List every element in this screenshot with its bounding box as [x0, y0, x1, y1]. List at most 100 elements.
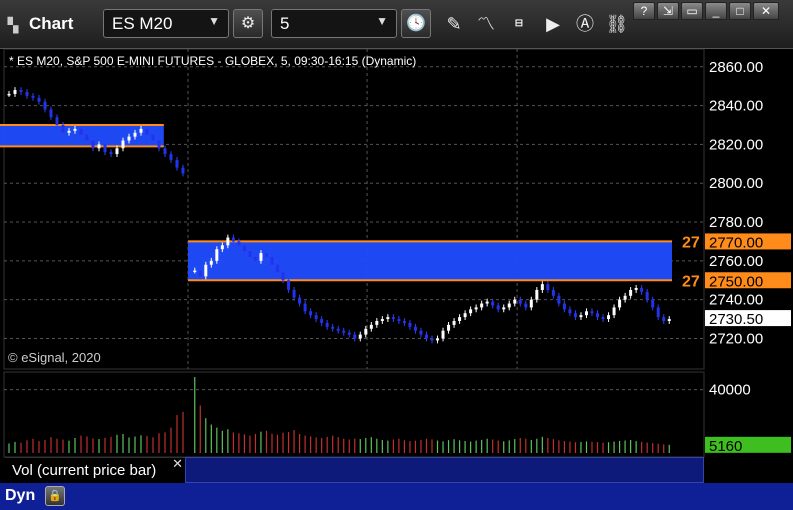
price-tick-label: 2860.00: [709, 59, 763, 76]
supply-demand-zone: [0, 124, 164, 147]
link-icon[interactable]: ⛓: [604, 11, 630, 37]
volume-tick-label: 40000: [709, 382, 751, 399]
candle-body: [157, 140, 161, 149]
candle-body: [584, 311, 588, 316]
candle-body: [231, 237, 235, 242]
candle-body: [502, 307, 506, 310]
settings-gear-button[interactable]: ⚙: [233, 9, 263, 38]
candle-body: [198, 270, 202, 277]
symbol-combo[interactable]: ES M20 ▼: [103, 9, 229, 38]
chevron-down-icon[interactable]: ▼: [208, 14, 220, 28]
restore-button[interactable]: ▭: [681, 2, 703, 20]
candle-body: [19, 90, 23, 92]
candle-body: [287, 280, 291, 290]
chevron-down-icon[interactable]: ▼: [376, 14, 388, 28]
clock-icon: 🕓: [406, 15, 426, 32]
candle-body: [507, 303, 511, 308]
candle-body: [513, 299, 517, 304]
candle-body: [109, 152, 113, 155]
candle-body: [121, 140, 125, 149]
candle-body: [491, 301, 495, 306]
candle-body: [215, 249, 219, 261]
volume-label: Vol (current price bar): [12, 462, 157, 479]
candle-body: [320, 319, 324, 323]
interval-value: 5: [280, 14, 290, 33]
chart-grip-icon[interactable]: ▚: [2, 12, 24, 38]
candle-body: [115, 148, 119, 155]
candle-body: [458, 317, 462, 322]
help-button[interactable]: ?: [633, 2, 655, 20]
interval-combo[interactable]: 5 ▼: [271, 9, 397, 38]
candle-body: [540, 284, 544, 290]
volume-current-label: 5160: [709, 438, 742, 455]
volume-axis[interactable]: 40000 5160: [705, 382, 791, 455]
candle-body: [353, 334, 357, 339]
study-icon[interactable]: 〽: [473, 11, 499, 37]
candle-body: [303, 303, 307, 312]
zone-price-label: 2750.00: [709, 273, 763, 290]
candle-body: [562, 303, 566, 310]
time-button[interactable]: 🕓: [401, 9, 431, 38]
play-icon[interactable]: ▶: [540, 11, 566, 37]
chart-title: * ES M20, S&P 500 E-MINI FUTURES - GLOBE…: [9, 54, 416, 68]
candle-body: [31, 95, 35, 98]
close-button[interactable]: ✕: [753, 2, 779, 20]
candle-body: [336, 328, 340, 331]
candle-body: [436, 338, 440, 341]
candle-body: [220, 245, 224, 250]
lock-icon[interactable]: 🔒: [45, 486, 65, 506]
candle-body: [551, 289, 555, 296]
candle-body: [601, 317, 605, 320]
copyright-text: © eSignal, 2020: [8, 350, 101, 365]
candle-body: [463, 313, 467, 318]
candle-body: [364, 328, 368, 335]
candle-body: [618, 299, 622, 308]
candle-body: [413, 326, 417, 331]
price-tick-label: 2840.00: [709, 98, 763, 115]
link-window-button[interactable]: ⇲: [657, 2, 679, 20]
zone-left-label: 27: [682, 234, 700, 251]
alert-icon[interactable]: Ⓐ: [572, 11, 598, 37]
candle-body: [667, 319, 671, 322]
candle-body: [133, 132, 137, 137]
candle-body: [419, 330, 423, 335]
candle-body: [573, 313, 577, 318]
price-tick-label: 2800.00: [709, 175, 763, 192]
maximize-button[interactable]: □: [729, 2, 751, 20]
price-chart[interactable]: * ES M20, S&P 500 E-MINI FUTURES - GLOBE…: [0, 49, 793, 510]
title-bar: ▚ Chart ES M20 ▼ ⚙ 5 ▼ 🕓 ✎ 〽 ⊟ ▶ Ⓐ ⛓ ? ⇲…: [0, 0, 793, 49]
candle-body: [524, 303, 528, 308]
candle-body: [43, 101, 47, 110]
price-tick-label: 2760.00: [709, 253, 763, 270]
candle-body: [13, 90, 17, 94]
candle-body: [535, 289, 539, 300]
candle-body: [546, 284, 550, 290]
candle-body: [67, 130, 71, 133]
candle-body: [469, 309, 473, 314]
candle-body: [590, 311, 594, 314]
candle-body: [7, 93, 11, 96]
price-pane: [3, 49, 705, 370]
zone-price-label: 2770.00: [709, 234, 763, 251]
candle-body: [73, 128, 77, 131]
candle-body: [369, 324, 373, 329]
last-price-label: 2730.50: [709, 311, 763, 328]
candle-body: [237, 241, 241, 246]
candle-body: [386, 317, 390, 320]
candle-body: [226, 237, 230, 246]
minimize-button[interactable]: _: [705, 2, 727, 20]
candle-body: [629, 289, 633, 296]
volume-label-panel: Vol (current price bar) ✕: [5, 456, 185, 482]
pencil-icon[interactable]: ✎: [441, 11, 467, 37]
candle-body: [645, 291, 649, 300]
candle-body: [634, 288, 638, 290]
candle-body: [607, 315, 611, 320]
close-icon[interactable]: ✕: [172, 456, 183, 472]
get-data-icon[interactable]: ⊟: [506, 11, 532, 37]
volume-strip: [185, 457, 704, 483]
candle-body: [270, 256, 274, 265]
candle-body: [612, 307, 616, 316]
candle-body: [485, 301, 489, 304]
candle-body: [424, 334, 428, 339]
candle-body: [175, 159, 179, 168]
